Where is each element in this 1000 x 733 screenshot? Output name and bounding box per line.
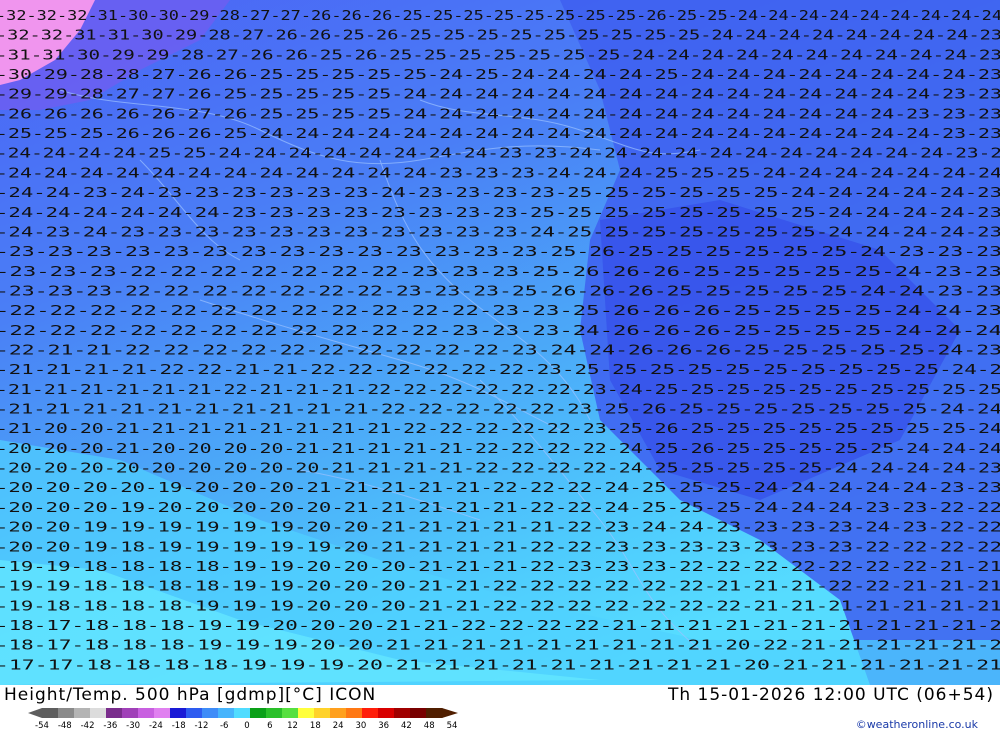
scale-swatch [410,708,427,718]
contour-label-row: -24-24-23-24-23-23-23-23-23-23-24-23-23-… [0,186,1000,201]
scale-swatch [74,708,91,718]
scale-tick-label: -24 [149,721,163,730]
contour-label-row: -22-22-22-22-22-22-22-22-22-22-22-22-23-… [0,304,1000,319]
contour-label-row: -29-29-28-27-27-26-25-25-25-25-25-24-24-… [0,88,1000,103]
contour-label-row: -19-18-18-18-18-19-19-19-20-20-20-21-21-… [0,599,1000,614]
scale-tick-label: -48 [58,721,72,730]
contour-label-row: -19-19-18-18-18-18-19-19-20-20-20-21-21-… [0,580,1000,595]
scale-arrow-left [28,708,42,718]
scale-tick-label: 42 [401,721,412,730]
scale-swatch [250,708,267,718]
contour-label-row: -20-20-20-21-20-20-20-20-21-21-21-21-21-… [0,442,1000,457]
scale-swatch [122,708,139,718]
scale-tick-label: -12 [194,721,208,730]
scale-swatch [106,708,123,718]
scale-swatch [378,708,395,718]
scale-tick-label: 54 [447,721,458,730]
scale-tick-label: 24 [333,721,344,730]
scale-tick-label: -36 [103,721,117,730]
contour-label-row: -20-20-19-18-19-19-19-19-19-20-21-21-21-… [0,540,1000,555]
contour-label-row: -18-17-18-18-18-19-19-20-20-20-21-21-22-… [0,619,1000,634]
scale-arrow-right [442,708,458,718]
scale-swatch [90,708,107,718]
contour-label-row: -23-23-23-22-22-22-22-22-22-22-23-23-23-… [0,265,1000,280]
map-title: Height/Temp. 500 hPa [gdmp][°C] ICON [4,685,377,705]
scale-tick-label: -54 [35,721,49,730]
contour-label-row: -24-23-24-23-23-23-23-23-23-23-23-23-23-… [0,225,1000,240]
scale-swatch [266,708,283,718]
scale-swatch [314,708,331,718]
contour-label-row: -17-17-18-18-18-18-19-19-19-20-21-21-21-… [0,658,1000,673]
scale-swatch [426,708,443,718]
scale-swatch [138,708,155,718]
scale-swatch [202,708,219,718]
scale-swatch [346,708,363,718]
scale-swatch [186,708,203,718]
scale-tick-label: 30 [355,721,366,730]
contour-label-row: -32-32-32-31-30-30-29-28-27-27-26-26-26-… [0,9,1000,24]
scale-swatch [58,708,75,718]
contour-label-row: -21-20-20-21-21-21-21-21-21-21-21-22-22-… [0,422,1000,437]
scale-swatch [282,708,299,718]
contour-label-row: -20-20-20-20-19-20-20-20-21-21-21-21-21-… [0,481,1000,496]
map-canvas: -32-32-32-31-30-30-29-28-27-27-26-26-26-… [0,0,1000,685]
contour-label-row: -32-32-31-31-30-29-28-27-26-26-25-26-25-… [0,29,1000,44]
scale-swatch [330,708,347,718]
scale-swatch [170,708,187,718]
scale-tick-label: -42 [81,721,95,730]
contour-label-row: -25-25-25-26-26-26-25-24-24-24-24-24-24-… [0,127,1000,142]
contour-label-row: -18-17-18-18-18-19-19-19-20-20-21-21-21-… [0,639,1000,654]
scale-swatch [298,708,315,718]
scale-tick-label: 18 [310,721,321,730]
contour-label-row: -23-23-23-22-22-22-22-22-22-22-23-23-23-… [0,284,1000,299]
contour-label-row: -26-26-26-26-26-27-26-25-25-25-25-24-24-… [0,107,1000,122]
scale-tick-label: 12 [287,721,298,730]
contour-label-row: -23-23-23-23-23-23-23-23-23-23-23-23-23-… [0,245,1000,260]
scale-tick-label: 6 [267,721,272,730]
scale-tick-label: 0 [244,721,249,730]
contour-label-row: -21-21-21-21-22-22-21-21-22-22-22-22-22-… [0,363,1000,378]
contour-label-row: -21-21-21-21-21-21-21-21-21-21-22-22-22-… [0,403,1000,418]
scale-swatch [234,708,251,718]
contour-label-row: -24-24-24-24-24-24-23-23-23-23-23-23-23-… [0,206,1000,221]
contour-label-row: -24-24-24-24-25-25-24-24-24-24-24-24-24-… [0,147,1000,162]
scale-tick-label: -18 [172,721,186,730]
contour-label-row: -20-20-20-20-20-20-20-20-20-21-21-21-21-… [0,462,1000,477]
color-scale-legend: -54 -48 -42 -36 -30 -24 -18 -12 -6 0 6 12 18 24 30 36 42… [28,708,458,730]
scale-tick-label: 48 [424,721,435,730]
contour-label-row: -30-29-28-28-27-26-26-25-25-25-25-25-24-… [0,68,1000,83]
scale-swatch [362,708,379,718]
scale-tick-label: -30 [126,721,140,730]
contour-label-row: -21-21-21-21-21-21-22-21-21-21-22-22-22-… [0,383,1000,398]
contour-label-row: -20-20-19-19-19-19-19-19-20-20-21-21-21-… [0,521,1000,536]
valid-time: Th 15-01-2026 12:00 UTC (06+54) [667,685,994,705]
scale-swatch [154,708,171,718]
contour-label-row: -31-31-30-29-29-28-27-26-26-25-26-25-25-… [0,48,1000,63]
contour-label-row: -22-22-22-22-22-22-22-22-22-22-22-23-23-… [0,324,1000,339]
scale-swatch [218,708,235,718]
contour-label-row: -22-21-21-22-22-22-22-22-22-22-22-22-22-… [0,344,1000,359]
contour-label-row: -20-20-20-19-20-20-20-20-20-21-21-21-21-… [0,501,1000,516]
scale-tick-label: -6 [220,721,228,730]
contour-label-row: -24-24-24-24-24-24-24-24-24-24-24-24-23-… [0,166,1000,181]
contour-label-row: -19-19-18-18-18-18-19-19-20-20-20-21-21-… [0,560,1000,575]
weather-map: -32-32-32-31-30-30-29-28-27-27-26-26-26-… [0,0,1000,685]
scale-tick-label: 36 [378,721,389,730]
scale-swatch [42,708,59,718]
footer-bar: Height/Temp. 500 hPa [gdmp][°C] ICON Th … [0,685,1000,733]
scale-swatch [394,708,411,718]
credit-link[interactable]: ©weatheronline.co.uk [856,718,978,731]
